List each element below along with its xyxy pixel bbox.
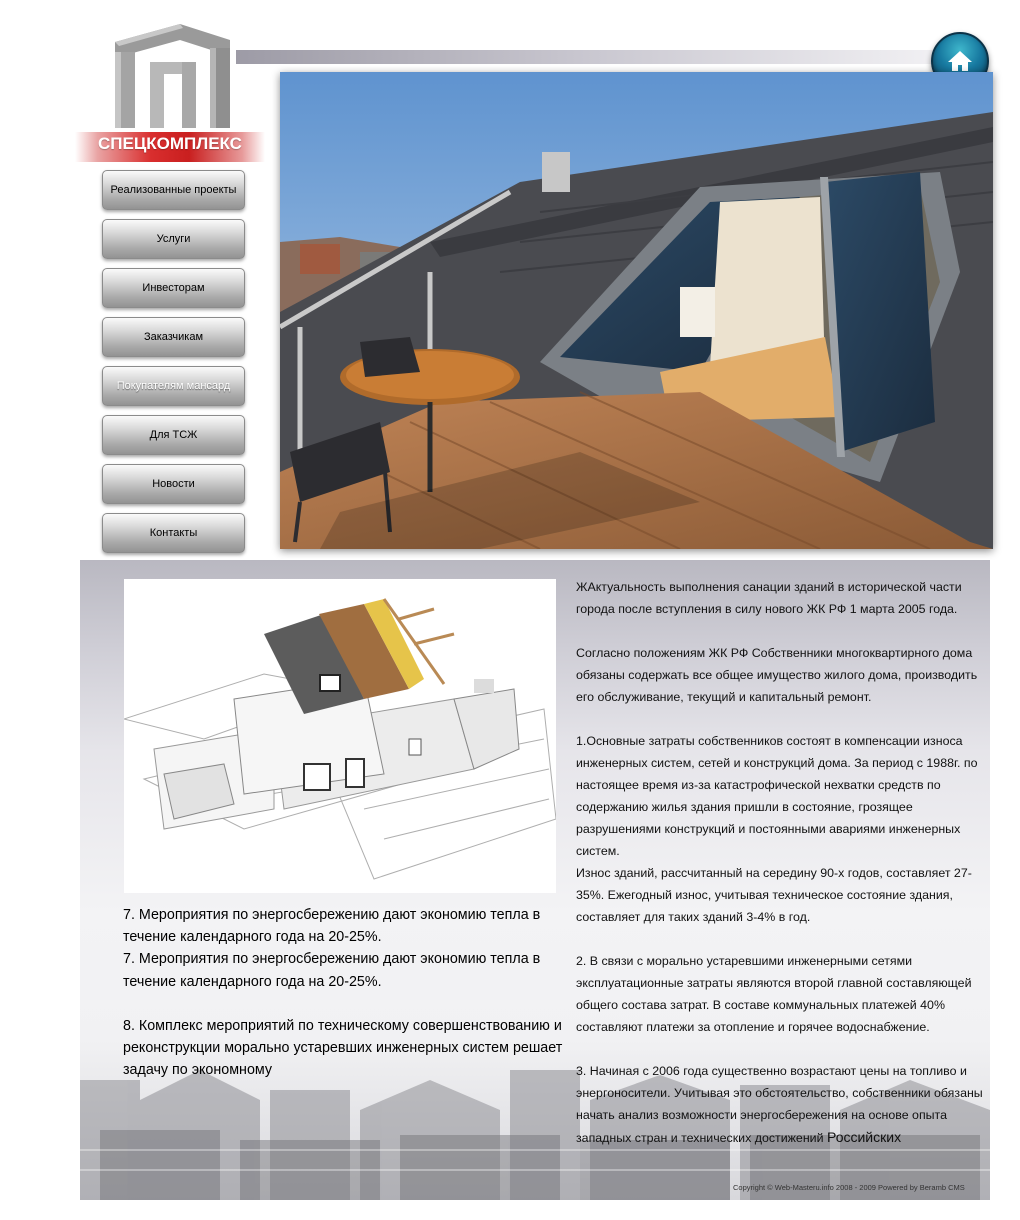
left-column-text: 7. Мероприятия по энергосбережению дают … [123,904,563,1081]
item-1-paragraph: 1.Основные затраты собственников состоят… [576,734,978,858]
left-paragraph-3: 8. Комплекс мероприятий по техническому … [123,1017,563,1079]
house-blueprint-image [124,579,556,893]
nav-item-hoa[interactable]: Для ТСЖ [102,415,245,455]
nav-item-customers[interactable]: Заказчикам [102,317,245,357]
nav-item-contacts[interactable]: Контакты [102,513,245,553]
intro-paragraph: ЖАктуальность выполнения санации зданий … [576,580,962,616]
nav-item-projects[interactable]: Реализованные проекты [102,170,245,210]
header-bar [236,50,936,64]
main-nav: Реализованные проекты Услуги Инвесторам … [102,170,245,562]
item-3-tail: Российских [826,1129,902,1145]
item-1b-paragraph: Износ зданий, рассчитанный на середину 9… [576,866,972,924]
copyright-text: Copyright © Web-Masteru.info 2008 - 2009… [733,1183,965,1192]
nav-item-attic-buyers[interactable]: Покупателям мансард [102,366,245,406]
left-paragraph-1: 7. Мероприятия по энергосбережению дают … [123,907,541,946]
logo-building-icon [115,24,230,128]
right-column-text: ЖАктуальность выполнения санации зданий … [576,576,988,1149]
nav-item-news[interactable]: Новости [102,464,245,504]
item-3-paragraph: 3. Начиная с 2006 года существенно возра… [576,1060,988,1149]
nav-item-services[interactable]: Услуги [102,219,245,259]
item-2-paragraph: 2. В связи с морально устаревшими инжене… [576,954,972,1034]
hero-photo [280,72,993,549]
item-3-text: 3. Начиная с 2006 года существенно возра… [576,1064,983,1145]
site-logo[interactable]: СПЕЦКОМПЛЕКС [75,22,265,162]
logo-text: СПЕЦКОМПЛЕКС [98,134,242,153]
home-icon [948,51,972,71]
left-paragraph-2: 7. Мероприятия по энергосбережению дают … [123,951,541,990]
nav-item-investors[interactable]: Инвесторам [102,268,245,308]
law-paragraph: Согласно положениям ЖК РФ Собственники м… [576,646,978,704]
